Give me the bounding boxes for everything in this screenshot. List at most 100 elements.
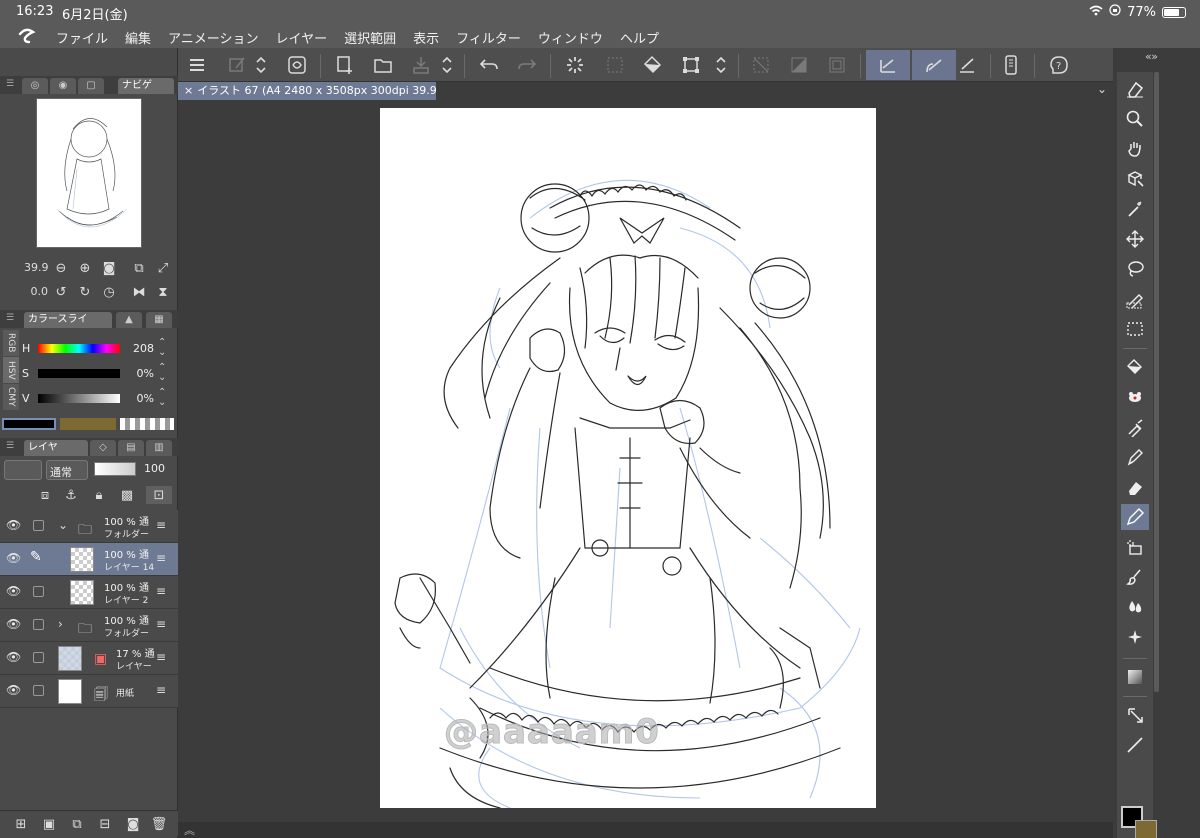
document-tab[interactable]: × イラスト 67 (A4 2480 x 3508px 300dpi 39.9%) <box>178 82 436 100</box>
tab-item-property[interactable]: ◎ <box>22 78 48 94</box>
eyedropper-icon[interactable] <box>1121 414 1149 440</box>
layer-color-button[interactable] <box>4 460 42 480</box>
selection-pen-icon[interactable] <box>1121 286 1149 312</box>
menu-item[interactable]: フィルター <box>456 28 521 47</box>
new-folder-icon[interactable]: ▣ <box>40 815 58 833</box>
zoom-out-icon[interactable]: ⊖ <box>52 259 70 277</box>
lock-icon[interactable]: 🔒︎ <box>90 486 108 504</box>
stroke-icon[interactable] <box>912 50 956 80</box>
hue-stepper-icon[interactable]: ⌃ ⌄ <box>158 338 166 358</box>
menu-item[interactable]: ウィンドウ <box>538 28 603 47</box>
layer-row[interactable]: 👁︎ 100 % 通レイヤー 2 ≡ <box>0 576 178 609</box>
layer-menu-icon[interactable]: ≡ <box>156 683 166 697</box>
tab-color-wheel[interactable]: ▲ <box>116 312 142 328</box>
smartphone-icon[interactable] <box>998 52 1024 78</box>
canvas-area[interactable]: @aaaaam0 <box>178 100 1113 822</box>
pencil-icon[interactable] <box>1121 504 1149 530</box>
zoom-icon[interactable] <box>1121 106 1149 132</box>
new-raster-layer-icon[interactable]: ⊞ <box>12 815 30 833</box>
delete-layer-icon[interactable]: 🗑︎ <box>150 815 168 833</box>
chevron-up-icon[interactable]: ︽ <box>184 822 195 838</box>
loading-icon[interactable] <box>562 52 588 78</box>
layer-checkbox[interactable] <box>33 520 44 531</box>
layer-menu-icon[interactable]: ≡ <box>156 584 166 598</box>
layer-checkbox[interactable] <box>33 619 44 630</box>
panel-grip-icon[interactable]: ☰ <box>6 313 14 323</box>
clip-icon[interactable]: ⧈ <box>36 486 54 504</box>
eye-icon[interactable]: 👁︎ <box>6 584 21 598</box>
chevron-right-icon[interactable]: › <box>58 617 63 631</box>
layer-menu-icon[interactable]: ≡ <box>156 518 166 532</box>
lock-transparency-icon[interactable]: ▩ <box>118 486 136 504</box>
tab-layer[interactable]: レイヤ <box>24 440 88 456</box>
menu-item[interactable]: アニメーション <box>168 28 258 47</box>
gradient-icon[interactable] <box>786 52 812 78</box>
transform-icon[interactable] <box>602 52 628 78</box>
help-icon[interactable]: ? <box>1046 52 1072 78</box>
value-slider[interactable]: V 0% ⌃ ⌄ <box>20 388 176 410</box>
fill-bucket-icon[interactable] <box>640 52 666 78</box>
reference-icon[interactable]: ⚓ <box>62 486 80 504</box>
edit-icon[interactable] <box>224 52 250 78</box>
navigator-preview[interactable] <box>36 98 142 248</box>
menu-item[interactable]: レイヤー <box>276 28 328 47</box>
eye-icon[interactable]: 👁︎ <box>6 518 21 532</box>
save-icon[interactable] <box>408 52 434 78</box>
hand-icon[interactable] <box>1121 136 1149 162</box>
layer-row[interactable]: 👁︎ ▣ 17 % 通レイヤー ≡ <box>0 642 178 675</box>
flip-vertical-icon[interactable]: ⧗ <box>154 283 172 301</box>
collapse-panel-icon[interactable]: « » <box>1145 50 1158 63</box>
line-icon[interactable] <box>954 52 980 78</box>
updown-icon[interactable] <box>714 52 728 78</box>
menu-item[interactable]: 編集 <box>125 28 151 47</box>
object-select-icon[interactable] <box>1121 166 1149 192</box>
copy-layer-icon[interactable]: ⧉ <box>68 815 86 833</box>
mode-tab-rgb[interactable]: RGB <box>3 330 19 356</box>
tab-tool-property[interactable]: ▢ <box>78 78 104 94</box>
panel-grip-icon[interactable]: ☰ <box>6 79 14 89</box>
eye-icon[interactable]: 👁︎ <box>6 551 21 565</box>
updown-icon[interactable] <box>254 52 268 78</box>
rotate-right-icon[interactable]: ↻ <box>76 283 94 301</box>
frame-icon[interactable] <box>824 52 850 78</box>
airbrush-icon[interactable] <box>1121 534 1149 560</box>
open-icon[interactable] <box>370 52 396 78</box>
magic-wand-icon[interactable] <box>1121 196 1149 222</box>
undo-icon[interactable] <box>476 52 502 78</box>
eraser-icon[interactable] <box>1121 76 1149 102</box>
layer-checkbox[interactable] <box>33 652 44 663</box>
layer-menu-icon[interactable]: ≡ <box>156 617 166 631</box>
decoration-icon[interactable] <box>1121 384 1149 410</box>
fill-icon[interactable] <box>284 52 310 78</box>
canvas-paper[interactable] <box>380 108 876 808</box>
chevron-down-icon[interactable]: ⌄ <box>58 518 68 532</box>
move-icon[interactable] <box>1121 226 1149 252</box>
eye-icon[interactable]: 👁︎ <box>6 650 21 664</box>
mode-tab-cmy[interactable]: CMY <box>3 384 19 410</box>
csp-logo-icon[interactable] <box>16 26 38 46</box>
layer-row[interactable]: 👁︎ ✎ 100 % 通レイヤー 14 ≡ <box>0 543 178 576</box>
blend-icon[interactable] <box>1121 594 1149 620</box>
layer-mask-icon[interactable]: ◙ <box>124 815 142 833</box>
panel-grip-icon[interactable]: ☰ <box>6 441 14 451</box>
menu-item[interactable]: ヘルプ <box>620 28 659 47</box>
layer-checkbox[interactable] <box>33 586 44 597</box>
eraser-icon[interactable] <box>1121 474 1149 500</box>
merge-layer-icon[interactable]: ⊟ <box>96 815 114 833</box>
redo-icon[interactable] <box>514 52 540 78</box>
reset-rotation-icon[interactable]: ◷ <box>100 283 118 301</box>
new-icon[interactable] <box>332 52 358 78</box>
updown-icon[interactable] <box>440 52 454 78</box>
tab-color-slider[interactable]: カラースライ <box>24 312 112 328</box>
tab-brush-size[interactable]: ◉ <box>50 78 76 94</box>
saturation-stepper-icon[interactable]: ⌃ ⌄ <box>158 363 166 383</box>
hue-bar[interactable] <box>38 344 120 353</box>
layer-row[interactable]: 👁︎ ⌄ 🗀 100 % 通フォルダー ≡ <box>0 510 178 543</box>
menu-item[interactable]: 選択範囲 <box>344 28 396 47</box>
tab-animation[interactable]: ▥ <box>146 440 172 456</box>
tab-layer-property[interactable]: ◇ <box>90 440 116 456</box>
layer-row[interactable]: 👁︎ › 🗀 100 % 通フォルダー ≡ <box>0 609 178 642</box>
eye-icon[interactable]: 👁︎ <box>6 683 21 697</box>
chevron-down-icon[interactable]: ⌄ <box>1097 82 1107 96</box>
value-bar[interactable] <box>38 394 120 403</box>
